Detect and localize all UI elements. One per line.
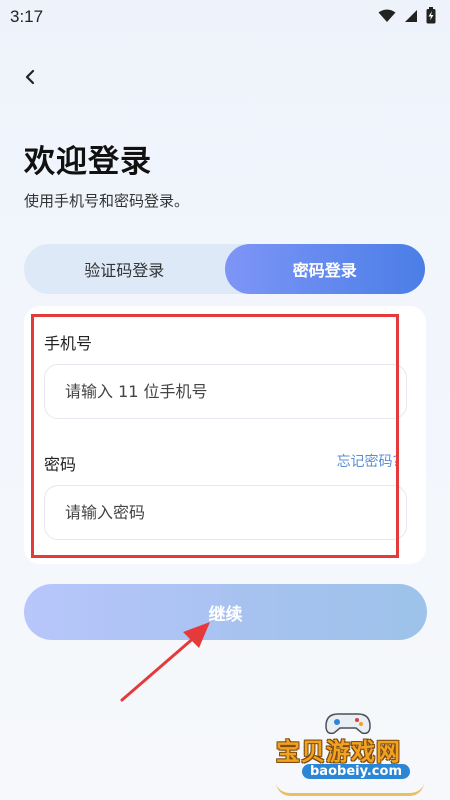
watermark-logo: 宝贝游戏网 baobeiy.com xyxy=(270,708,430,800)
back-button[interactable] xyxy=(18,64,42,94)
phone-field-box xyxy=(44,364,407,419)
status-time: 3:17 xyxy=(10,7,44,26)
phone-input[interactable] xyxy=(65,382,406,401)
wifi-icon xyxy=(378,8,396,27)
signal-icon xyxy=(404,8,418,27)
tab-password-login[interactable]: 密码登录 xyxy=(224,244,425,294)
login-method-tabs: 验证码登录 密码登录 xyxy=(24,244,425,294)
password-field-box xyxy=(44,485,407,540)
chevron-left-icon xyxy=(24,69,36,89)
status-bar: 3:17 xyxy=(0,0,450,34)
tab-sms-code-login[interactable]: 验证码登录 xyxy=(24,244,225,294)
status-icons xyxy=(378,6,436,28)
page-title: 欢迎登录 xyxy=(24,144,152,180)
forgot-password-link[interactable]: 忘记密码? xyxy=(337,451,400,471)
continue-button[interactable]: 继续 xyxy=(24,584,427,640)
password-input[interactable] xyxy=(65,503,406,522)
watermark-swoosh xyxy=(276,782,424,796)
watermark-url: baobeiy.com xyxy=(302,764,410,779)
password-label: 密码 xyxy=(44,455,77,474)
phone-label: 手机号 xyxy=(44,334,93,353)
page-subtitle: 使用手机号和密码登录。 xyxy=(24,192,190,210)
battery-charging-icon xyxy=(426,6,436,28)
watermark-name: 宝贝游戏网 xyxy=(276,738,401,766)
